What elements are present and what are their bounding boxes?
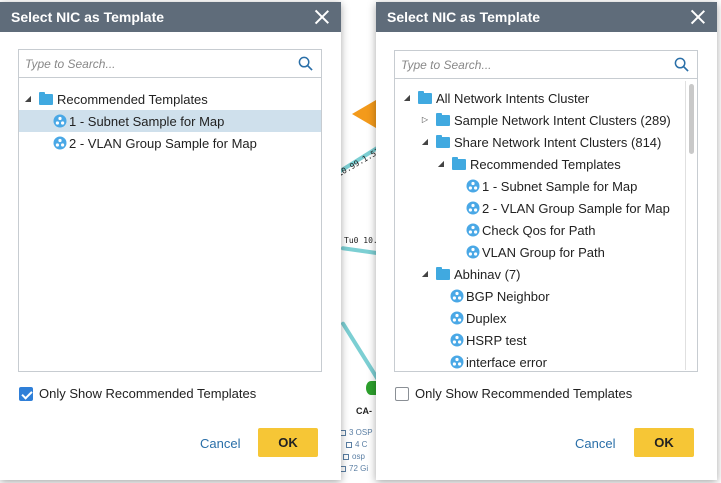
search-box bbox=[395, 51, 697, 79]
tree-scrollbar[interactable] bbox=[685, 81, 696, 370]
search-input[interactable] bbox=[19, 50, 321, 77]
tree-node-share-clusters[interactable]: ◢ Share Network Intent Clusters (814) bbox=[395, 131, 685, 153]
checkbox-label: Only Show Recommended Templates bbox=[39, 386, 257, 401]
expand-caret-icon[interactable]: ◢ bbox=[421, 270, 429, 278]
expand-caret-icon[interactable]: ◢ bbox=[421, 138, 429, 146]
tree-node-template[interactable]: VLAN Group for Path bbox=[395, 241, 685, 263]
tree-node-label: Duplex bbox=[466, 310, 507, 326]
template-tree-panel: ◢ Recommended Templates 1 - Subnet Sampl… bbox=[18, 49, 322, 372]
tree-node-template[interactable]: 1 - Subnet Sample for Map bbox=[19, 110, 321, 132]
network-intent-icon bbox=[450, 355, 464, 369]
right-template-dialog: Select NIC as Template ◢ All Network Int… bbox=[376, 2, 717, 480]
tree-node-label: All Network Intents Cluster bbox=[436, 90, 590, 106]
dialog-title: Select NIC as Template bbox=[11, 9, 165, 25]
tree-node-template[interactable]: 1 - Subnet Sample for Map bbox=[395, 175, 685, 197]
map-detail-item: 4 C bbox=[340, 439, 373, 451]
template-tree-panel: ◢ All Network Intents Cluster ▷ Sample N… bbox=[394, 50, 698, 372]
tree-node-template[interactable]: Duplex bbox=[395, 307, 685, 329]
tree-node-template[interactable]: interface error bbox=[395, 351, 685, 371]
map-detail-item: osp bbox=[340, 451, 373, 463]
search-box bbox=[19, 50, 321, 78]
map-detail-item: 3 OSP bbox=[340, 427, 373, 439]
collapse-caret-icon[interactable]: ▷ bbox=[421, 116, 429, 124]
tree-node-recommended-templates[interactable]: ◢ Recommended Templates bbox=[395, 153, 685, 175]
network-intent-icon bbox=[450, 311, 464, 325]
close-icon[interactable] bbox=[315, 10, 329, 24]
tree-node-label: 1 - Subnet Sample for Map bbox=[69, 113, 225, 129]
tree-node-template[interactable]: HSRP test bbox=[395, 329, 685, 351]
expand-caret-icon[interactable]: ◢ bbox=[24, 95, 32, 103]
recommended-only-checkbox-row[interactable]: Only Show Recommended Templates bbox=[395, 386, 632, 401]
close-icon[interactable] bbox=[691, 10, 705, 24]
tree-node-label: HSRP test bbox=[466, 332, 527, 348]
search-icon[interactable] bbox=[298, 56, 313, 71]
recommended-only-checkbox-row[interactable]: Only Show Recommended Templates bbox=[19, 386, 256, 401]
scrollbar-thumb[interactable] bbox=[689, 84, 694, 154]
folder-icon bbox=[436, 134, 450, 148]
ok-button[interactable]: OK bbox=[634, 428, 694, 457]
map-link-2 bbox=[340, 246, 379, 256]
network-intent-icon bbox=[450, 333, 464, 347]
tree-node-label: 2 - VLAN Group Sample for Map bbox=[69, 135, 257, 151]
dialog-header: Select NIC as Template bbox=[376, 2, 717, 32]
tree-node-label: 2 - VLAN Group Sample for Map bbox=[482, 200, 670, 216]
tree-node-template[interactable]: 2 - VLAN Group Sample for Map bbox=[19, 132, 321, 154]
ok-button[interactable]: OK bbox=[258, 428, 318, 457]
recommended-only-checkbox[interactable] bbox=[395, 386, 409, 401]
folder-icon bbox=[39, 91, 53, 105]
network-intent-icon bbox=[466, 245, 480, 259]
network-intent-icon bbox=[53, 136, 67, 150]
search-input[interactable] bbox=[395, 51, 697, 78]
network-intent-icon bbox=[53, 114, 67, 128]
tree-node-label: Recommended Templates bbox=[470, 156, 621, 172]
cancel-button[interactable]: Cancel bbox=[575, 436, 615, 451]
tree-node-template[interactable]: 2 - VLAN Group Sample for Map bbox=[395, 197, 685, 219]
tree-node-label: Abhinav (7) bbox=[454, 266, 521, 282]
network-intent-icon bbox=[466, 223, 480, 237]
tree-node-label: 1 - Subnet Sample for Map bbox=[482, 178, 638, 194]
tree-node-label: VLAN Group for Path bbox=[482, 244, 605, 260]
folder-icon bbox=[452, 156, 466, 170]
map-device-node bbox=[366, 381, 376, 395]
map-detail-item: 72 Gi bbox=[340, 463, 373, 475]
map-orange-arrow bbox=[352, 100, 376, 128]
network-intent-icon bbox=[466, 201, 480, 215]
map-device-label: CA- bbox=[356, 406, 372, 416]
left-template-dialog: Select NIC as Template ◢ Recommended Tem… bbox=[0, 2, 341, 480]
checkbox-label: Only Show Recommended Templates bbox=[415, 386, 633, 401]
tree-node-label: interface error bbox=[466, 354, 547, 370]
dialog-header: Select NIC as Template bbox=[0, 2, 341, 32]
expand-caret-icon[interactable]: ◢ bbox=[437, 160, 445, 168]
search-icon[interactable] bbox=[674, 57, 689, 72]
template-tree: ◢ Recommended Templates 1 - Subnet Sampl… bbox=[19, 79, 321, 371]
tree-node-label: Recommended Templates bbox=[57, 91, 208, 107]
tree-node-label: BGP Neighbor bbox=[466, 288, 550, 304]
tree-node-label: Check Qos for Path bbox=[482, 222, 596, 238]
tree-node-label: Sample Network Intent Clusters (289) bbox=[454, 112, 671, 128]
folder-icon bbox=[436, 112, 450, 126]
tree-node-all-clusters[interactable]: ◢ All Network Intents Cluster bbox=[395, 87, 685, 109]
tree-node-recommended-templates[interactable]: ◢ Recommended Templates bbox=[19, 88, 321, 110]
tree-node-abhinav[interactable]: ◢ Abhinav (7) bbox=[395, 263, 685, 285]
tree-node-template[interactable]: BGP Neighbor bbox=[395, 285, 685, 307]
network-intent-icon bbox=[450, 289, 464, 303]
expand-caret-icon[interactable]: ◢ bbox=[403, 94, 411, 102]
cancel-button[interactable]: Cancel bbox=[200, 436, 240, 451]
folder-icon bbox=[436, 266, 450, 280]
dialog-title: Select NIC as Template bbox=[387, 9, 541, 25]
tree-node-sample-clusters[interactable]: ▷ Sample Network Intent Clusters (289) bbox=[395, 109, 685, 131]
tree-node-label: Share Network Intent Clusters (814) bbox=[454, 134, 662, 150]
map-device-details: 3 OSP 4 C osp 72 Gi bbox=[340, 427, 373, 475]
tree-node-template[interactable]: Check Qos for Path bbox=[395, 219, 685, 241]
template-tree: ◢ All Network Intents Cluster ▷ Sample N… bbox=[395, 80, 685, 371]
recommended-only-checkbox[interactable] bbox=[19, 386, 33, 401]
network-intent-icon bbox=[466, 179, 480, 193]
folder-icon bbox=[418, 90, 432, 104]
